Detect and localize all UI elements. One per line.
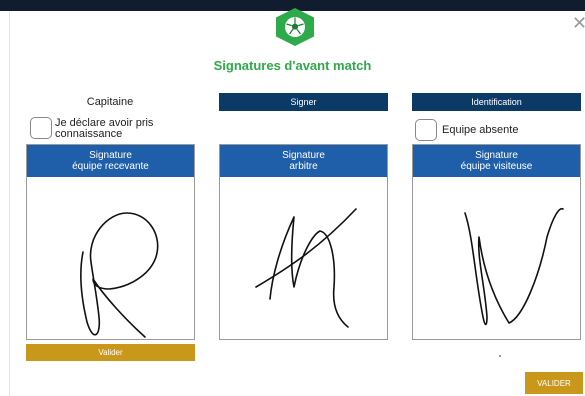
referee-signature-canvas[interactable] xyxy=(220,177,387,339)
away-signature-panel: Signature équipe visiteuse xyxy=(412,144,581,340)
home-signature-header: Signature équipe recevante xyxy=(27,145,194,177)
validate-button[interactable]: VALIDER xyxy=(525,372,583,394)
captain-label: Capitaine xyxy=(86,96,134,108)
page-title: Signatures d'avant match xyxy=(213,58,372,73)
home-validate-button[interactable]: Valider xyxy=(26,344,195,361)
stray-dot xyxy=(499,355,501,357)
home-signature-title-line1: Signature xyxy=(89,150,132,161)
app-badge xyxy=(276,8,314,46)
referee-signature-title-line2: arbitre xyxy=(289,161,318,172)
team-absent-label: Equipe absente xyxy=(442,124,519,136)
close-icon[interactable]: ✕ xyxy=(572,14,585,32)
away-signature-header: Signature équipe visiteuse xyxy=(413,145,580,177)
home-signature-canvas[interactable] xyxy=(27,177,194,339)
acknowledge-checkbox[interactable] xyxy=(30,117,52,139)
acknowledge-label-line2: connaissance xyxy=(55,128,123,140)
team-absent-checkbox[interactable] xyxy=(415,119,437,141)
away-signature-title-line1: Signature xyxy=(475,150,518,161)
acknowledge-label: Je déclare avoir pris connaissance xyxy=(55,118,153,140)
away-signature-canvas[interactable] xyxy=(413,177,580,339)
referee-signature-panel: Signature arbitre xyxy=(219,144,388,340)
identification-button[interactable]: Identification xyxy=(412,93,581,111)
referee-signature-title-line1: Signature xyxy=(282,150,325,161)
sign-button[interactable]: Signer xyxy=(219,93,388,111)
soccer-ball-icon xyxy=(285,17,305,37)
away-signature-title-line2: équipe visiteuse xyxy=(460,161,533,172)
home-signature-title-line2: équipe recevante xyxy=(72,161,149,172)
home-signature-panel: Signature équipe recevante xyxy=(26,144,195,340)
referee-signature-header: Signature arbitre xyxy=(220,145,387,177)
